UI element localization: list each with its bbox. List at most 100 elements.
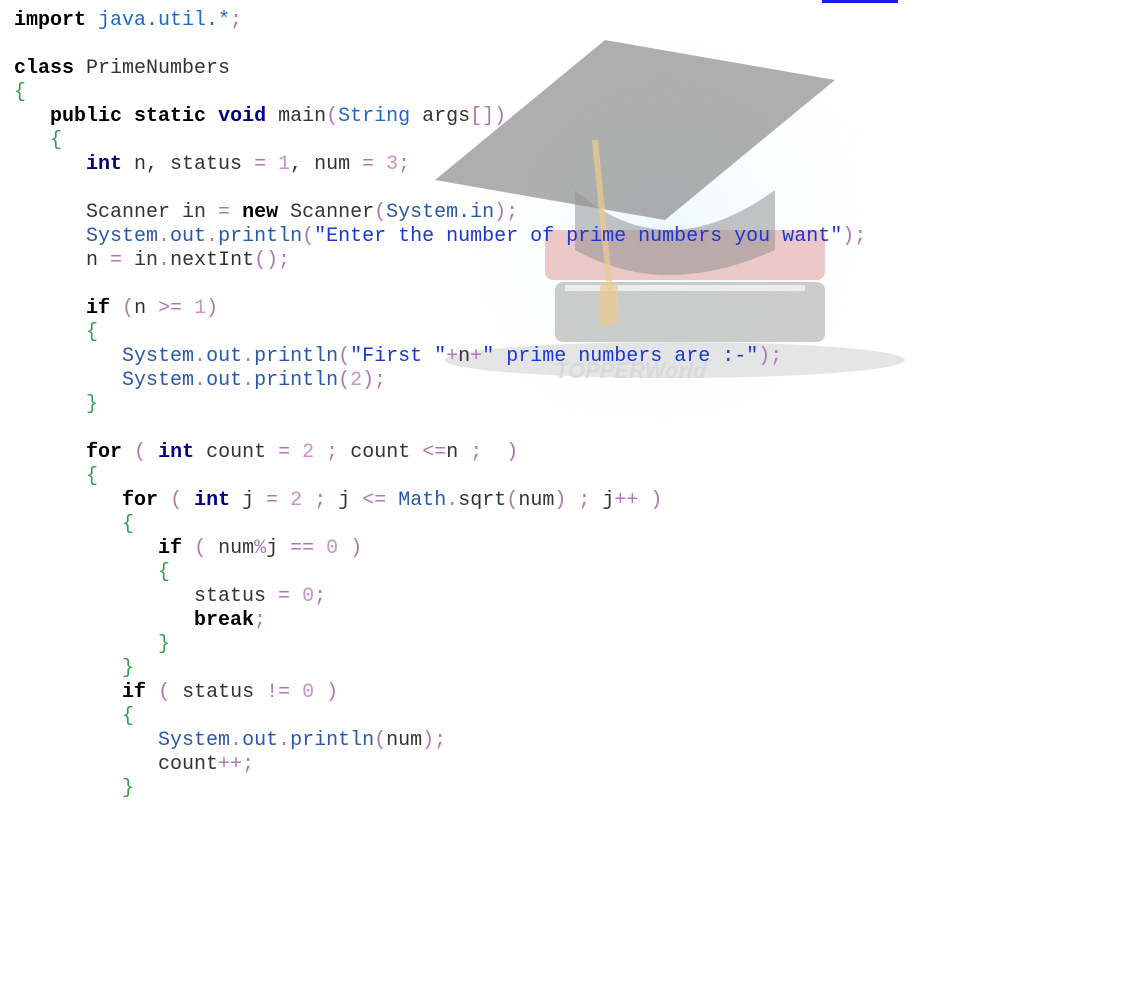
- code-token: if: [86, 297, 111, 320]
- code-line: {: [14, 81, 866, 105]
- code-token: .: [242, 369, 255, 392]
- code-token: 0: [302, 681, 315, 704]
- code-token: {: [122, 705, 135, 728]
- code-token: count: [338, 441, 423, 464]
- java-code-block: import java.util.*; class PrimeNumbers{ p…: [14, 9, 866, 801]
- code-token: (: [506, 489, 519, 512]
- code-line: class PrimeNumbers: [14, 57, 866, 81]
- code-token: ==: [290, 537, 315, 560]
- heading-link-underline[interactable]: [822, 0, 898, 3]
- code-token: .: [194, 345, 207, 368]
- code-token: =: [278, 585, 291, 608]
- code-token: .: [278, 729, 291, 752]
- code-token: count: [194, 441, 279, 464]
- code-token: static: [134, 105, 207, 128]
- code-token: void: [218, 105, 267, 128]
- code-line: System.out.println(2);: [14, 369, 866, 393]
- code-line: }: [14, 633, 866, 657]
- code-token: println: [254, 369, 339, 392]
- code-token: {: [158, 561, 171, 584]
- code-token: new: [242, 201, 279, 224]
- code-token: num: [386, 729, 423, 752]
- code-token: (: [338, 345, 351, 368]
- code-token: " prime numbers are :-": [482, 345, 759, 368]
- code-token: if: [158, 537, 183, 560]
- code-token: {: [50, 129, 63, 152]
- code-line: public static void main(String args[]): [14, 105, 866, 129]
- code-token: "First ": [350, 345, 447, 368]
- code-token: =: [218, 201, 231, 224]
- code-token: n: [446, 441, 471, 464]
- code-token: ++: [218, 753, 243, 776]
- code-token: ): [506, 441, 519, 464]
- code-token: j: [230, 489, 267, 512]
- code-line: status = 0;: [14, 585, 866, 609]
- code-token: status: [170, 681, 267, 704]
- code-token: ): [326, 681, 339, 704]
- code-token: nextInt: [170, 249, 255, 272]
- code-token: class: [14, 57, 75, 80]
- code-token: =: [110, 249, 123, 272]
- code-token: );: [422, 729, 447, 752]
- code-line: System.out.println("First "+n+" prime nu…: [14, 345, 866, 369]
- code-line: import java.util.*;: [14, 9, 866, 33]
- code-token: }: [122, 657, 135, 680]
- code-token: []): [470, 105, 507, 128]
- code-line: {: [14, 705, 866, 729]
- code-line: System.out.println("Enter the number of …: [14, 225, 866, 249]
- code-token: ): [206, 297, 219, 320]
- code-line: {: [14, 465, 866, 489]
- code-token: println: [290, 729, 375, 752]
- code-token: String: [338, 105, 411, 128]
- code-token: sqrt: [458, 489, 507, 512]
- code-line: {: [14, 129, 866, 153]
- code-token: =: [266, 489, 279, 512]
- code-token: {: [14, 81, 27, 104]
- code-token: ;: [398, 153, 411, 176]
- code-token: =: [254, 153, 267, 176]
- code-line: count++;: [14, 753, 866, 777]
- cropped-heading: [0, 0, 1147, 6]
- code-token: import: [14, 9, 87, 32]
- code-token: );: [758, 345, 783, 368]
- code-token: >=: [158, 297, 183, 320]
- code-line: }: [14, 657, 866, 681]
- code-token: "Enter the number of prime numbers you w…: [314, 225, 843, 248]
- code-token: 3: [386, 153, 399, 176]
- code-token: 2: [350, 369, 363, 392]
- code-token: java.util.*: [86, 9, 231, 32]
- code-token: {: [86, 465, 99, 488]
- code-token: num: [518, 489, 555, 512]
- code-token: args: [410, 105, 471, 128]
- code-token: ;: [242, 753, 255, 776]
- code-token: .: [242, 345, 255, 368]
- code-token: public: [50, 105, 123, 128]
- code-token: status: [14, 585, 279, 608]
- code-token: {: [122, 513, 135, 536]
- code-token: ;: [314, 489, 327, 512]
- code-token: 2: [302, 441, 315, 464]
